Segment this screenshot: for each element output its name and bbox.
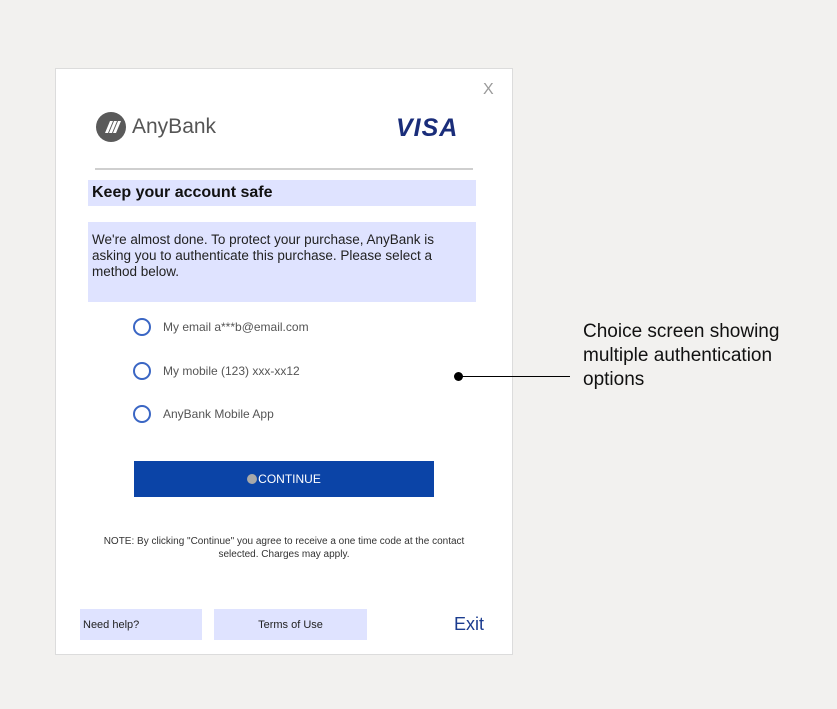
cursor-dot-icon [247,474,258,484]
continue-label: CONTINUE [258,472,321,486]
visa-logo: VISA [396,114,459,142]
bank-name: AnyBank [132,115,217,138]
header-divider [95,168,473,170]
continue-button[interactable]: CONTINUE [134,461,434,497]
callout-line [460,376,570,377]
option-mobile-app[interactable]: AnyBank Mobile App [133,405,274,423]
anybank-logo-icon [96,112,126,142]
radio-icon[interactable] [133,405,151,423]
radio-icon[interactable] [133,362,151,380]
instruction-message: We're almost done. To protect your purch… [88,222,476,302]
option-label: My mobile (123) xxx-xx12 [163,364,300,378]
callout-text: Choice screen showing multiple authentic… [583,321,780,390]
radio-icon[interactable] [133,318,151,336]
terms-of-use-link[interactable]: Terms of Use [214,609,367,640]
close-icon[interactable]: X [483,82,494,98]
option-label: AnyBank Mobile App [163,407,274,421]
need-help-link[interactable]: Need help? [80,609,202,640]
option-email[interactable]: My email a***b@email.com [133,318,309,336]
option-label: My email a***b@email.com [163,320,309,334]
disclaimer-note: NOTE: By clicking "Continue" you agree t… [103,536,465,560]
option-mobile[interactable]: My mobile (123) xxx-xx12 [133,362,300,380]
page-title: Keep your account safe [88,180,476,206]
exit-link[interactable]: Exit [454,614,484,635]
bank-logo: AnyBank [96,112,216,142]
